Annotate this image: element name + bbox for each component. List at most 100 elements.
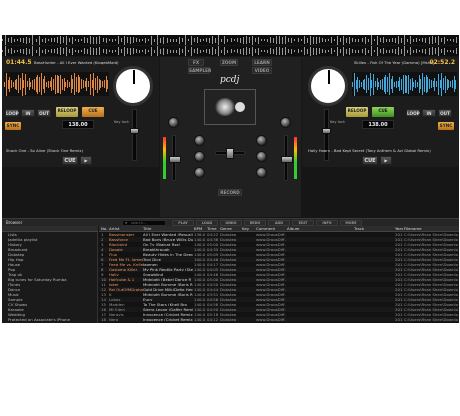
column-header[interactable]: Year [395, 227, 403, 231]
column-header[interactable]: No. [101, 227, 107, 231]
waveform-tick [45, 38, 46, 43]
deck-right-play-button[interactable]: ▶ [380, 156, 392, 165]
deck-right-waveform[interactable] [352, 72, 457, 96]
overview-waveform-left[interactable] [2, 35, 459, 45]
waveform-tick [157, 46, 158, 56]
table-cell: www.DropsDiff.com [256, 267, 286, 272]
eq-hi-left-knob[interactable] [194, 135, 205, 146]
column-header[interactable]: Artist [109, 227, 119, 231]
crossfader[interactable] [215, 148, 245, 159]
eq-mid-left-knob[interactable] [194, 151, 205, 162]
deck-left-sync-button[interactable]: SYNC [5, 122, 21, 130]
waveform-tick [334, 50, 335, 52]
table-cell: Dubstep [220, 292, 237, 297]
waveform-tick [453, 39, 454, 42]
learn-button[interactable]: LEARN [252, 59, 272, 66]
deck-right-cue2-button[interactable]: CUE [362, 156, 378, 165]
fx-button[interactable]: FX [188, 59, 204, 66]
waveform-tick [23, 80, 24, 88]
table-cell: www.DropsDiff.com [256, 307, 286, 312]
waveform-tick [456, 37, 457, 43]
deck-left-platter[interactable] [113, 66, 153, 106]
table-cell: Dubstep [220, 302, 237, 307]
waveform-tick [401, 49, 402, 54]
deck-left-cue2-button[interactable]: CUE [62, 156, 78, 165]
eq-mid-right-knob[interactable] [256, 151, 267, 162]
deck-right-out-button[interactable]: OUT [438, 109, 452, 117]
eq-low-right-knob[interactable] [256, 167, 267, 178]
deck-left-pitch-slider[interactable] [130, 109, 139, 161]
waveform-tick [382, 79, 383, 90]
pitch-slider-handle[interactable] [322, 128, 331, 134]
deck-left-reloop-button[interactable]: RELOOP [56, 107, 78, 117]
waveform-tick [29, 49, 30, 54]
crossfader-handle[interactable] [226, 148, 234, 159]
volume-left-fader[interactable] [169, 135, 181, 181]
column-header[interactable]: Filename [404, 227, 422, 231]
waveform-tick [8, 49, 9, 53]
table-cell: 2011 [395, 317, 403, 322]
waveform-tick [264, 50, 265, 52]
deck-left-play-button[interactable]: ▶ [80, 156, 92, 165]
waveform-tick [313, 37, 314, 44]
column-header[interactable]: Album [287, 227, 299, 231]
deck-right-cue-button[interactable]: CUE [372, 107, 394, 117]
column-header[interactable]: Time [207, 227, 217, 231]
waveform-tick [104, 80, 105, 88]
sampler-button[interactable]: SAMPLER [188, 67, 211, 74]
table-cell: Bloody [143, 323, 193, 324]
column-header[interactable]: Genre [220, 227, 232, 231]
volume-left-fader-handle[interactable] [169, 156, 181, 163]
deck-right-keylock[interactable]: Key lock [330, 120, 345, 125]
vu-meter-right [294, 137, 297, 179]
deck-left-in-button[interactable]: IN [21, 109, 35, 117]
column-header[interactable]: Comment [256, 227, 275, 231]
pitch-slider-handle[interactable] [130, 128, 139, 134]
zoom-button[interactable]: ZOOM [220, 59, 238, 66]
column-header[interactable]: Key [242, 227, 249, 231]
record-button[interactable]: RECORD [218, 189, 242, 196]
deck-right-sync-button[interactable]: SYNC [438, 122, 454, 130]
column-header[interactable]: Title [143, 227, 151, 231]
table-row[interactable]: 19YoyoBloody140.004:11Dubstepwww.DropsDi… [99, 322, 459, 324]
waveform-tick [74, 73, 75, 95]
waveform-tick [304, 36, 305, 44]
deck-right-platter[interactable] [308, 66, 348, 106]
video-button[interactable]: VIDEO [252, 67, 272, 74]
column-header[interactable]: Track [354, 227, 364, 231]
gain-right-knob[interactable] [280, 117, 291, 128]
tree-item[interactable]: Protected on Associate's iPhone [2, 317, 98, 322]
gain-left-knob[interactable] [168, 117, 179, 128]
waveform-tick [316, 37, 317, 44]
deck-left-out-button[interactable]: OUT [37, 109, 51, 117]
waveform-tick [142, 50, 143, 52]
column-header[interactable]: BPM [194, 227, 202, 231]
table-cell: 04:56 [207, 297, 219, 302]
deck-left-cue-button[interactable]: CUE [82, 107, 104, 117]
waveform-tick [358, 39, 359, 42]
eq-low-left-knob[interactable] [194, 167, 205, 178]
table-cell: Dubstep [220, 237, 237, 242]
deck-right-pitch-slider[interactable] [322, 109, 331, 161]
volume-right-fader[interactable] [281, 135, 293, 181]
table-cell: www.DropsDiff.com [256, 297, 286, 302]
deck-right-reloop-button[interactable]: RELOOP [346, 107, 368, 117]
eq-hi-right-knob[interactable] [256, 135, 267, 146]
waveform-tick [234, 39, 235, 41]
volume-right-fader-handle[interactable] [281, 156, 293, 163]
deck-left-loop-button[interactable]: LOOP [5, 109, 19, 117]
deck-right-loop-button[interactable]: LOOP [406, 109, 420, 117]
overview-waveform-right[interactable] [2, 46, 459, 56]
waveform-tick [279, 36, 280, 44]
waveform-tick [368, 39, 369, 42]
deck-right-in-button[interactable]: IN [422, 109, 436, 117]
deck-left-waveform[interactable] [4, 72, 109, 96]
waveform-tick [328, 50, 329, 52]
deck-left-keylock[interactable]: Key lock [114, 120, 129, 125]
waveform-tick [406, 76, 407, 93]
browser-toolbar: Browser search... ⌕ PLAY LOAD UNDO REDO ADD ED… [2, 218, 459, 226]
waveform-tick [121, 49, 122, 53]
waveform-tick [148, 39, 149, 41]
waveform-tick [452, 80, 453, 88]
waveform-tick [383, 48, 384, 54]
